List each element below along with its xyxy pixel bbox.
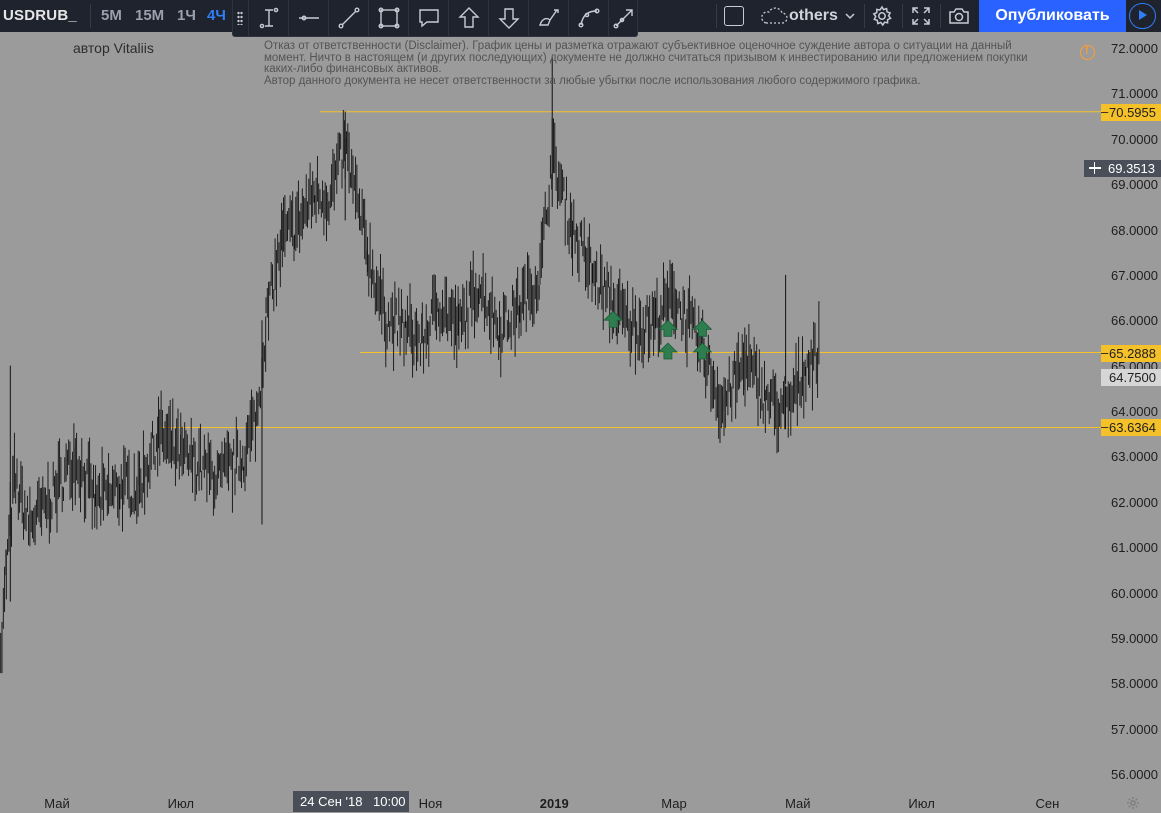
time-tick: Ноя bbox=[418, 796, 443, 811]
price-tick: 67.0000 bbox=[1111, 267, 1158, 283]
cloud-icon[interactable] bbox=[760, 7, 788, 25]
alert-icon[interactable] bbox=[1080, 45, 1095, 60]
time-tick: Мар bbox=[661, 796, 687, 811]
interval-1h[interactable]: 1Ч bbox=[177, 0, 196, 32]
time-tick: Май bbox=[44, 796, 70, 811]
crosshair-time: 10:00 bbox=[373, 794, 406, 809]
price-tick: 56.0000 bbox=[1111, 767, 1158, 782]
time-tick: 2019 bbox=[539, 796, 569, 811]
price-tick: 71.0000 bbox=[1111, 86, 1158, 102]
disclaimer-line: Автор данного документа не несет ответст… bbox=[264, 74, 921, 87]
price-chart[interactable] bbox=[0, 32, 1161, 792]
price-tick: 63.0000 bbox=[1111, 449, 1158, 465]
level-price-label: 70.5955 bbox=[1101, 103, 1161, 121]
price-tick: 70.0000 bbox=[1111, 131, 1158, 147]
disclaimer-text: Отказ от ответственности (Disclaimer). Г… bbox=[264, 40, 1084, 87]
crosshair-add-icon[interactable] bbox=[1089, 162, 1101, 175]
callout-icon[interactable] bbox=[408, 0, 448, 36]
horizontal-line-icon[interactable] bbox=[288, 0, 328, 36]
disclaimer-line: каких-либо финансовых активов. bbox=[264, 63, 442, 75]
toolbar-divider bbox=[940, 4, 941, 28]
rectangle-icon[interactable] bbox=[368, 0, 408, 36]
gear-icon[interactable] bbox=[870, 4, 894, 28]
curve-icon[interactable] bbox=[568, 0, 608, 36]
price-tick: 58.0000 bbox=[1111, 676, 1158, 692]
axis-settings-icon[interactable] bbox=[1126, 796, 1140, 810]
play-icon[interactable] bbox=[1129, 3, 1156, 29]
brush-icon[interactable] bbox=[528, 0, 568, 36]
level-price-label: 65.2888 bbox=[1101, 344, 1161, 362]
price-tick: 57.0000 bbox=[1111, 721, 1158, 737]
publish-button[interactable]: Опубликовать bbox=[979, 0, 1126, 32]
time-tick: Май bbox=[785, 796, 811, 811]
time-tick: Сен bbox=[1035, 796, 1060, 811]
last-price-label: 64.7500 bbox=[1101, 368, 1161, 386]
time-tick: Июл bbox=[167, 796, 194, 811]
toolbar-divider bbox=[90, 4, 91, 28]
time-tick: Июл bbox=[908, 796, 935, 811]
drawing-toolbar bbox=[232, 0, 638, 37]
price-bars bbox=[0, 110, 820, 674]
level-price-label: 63.6364 bbox=[1101, 418, 1161, 437]
text-cursor-icon[interactable] bbox=[248, 0, 288, 36]
crosshair-date: 24 Сен '18 bbox=[300, 794, 363, 809]
price-tick: 59.0000 bbox=[1111, 630, 1158, 646]
arrow-down-icon[interactable] bbox=[488, 0, 528, 36]
disclaimer-line: Отказ от ответственности (Disclaimer). Г… bbox=[264, 40, 1012, 52]
workspace-name[interactable]: others bbox=[789, 0, 838, 32]
chevron-down-icon[interactable] bbox=[845, 12, 855, 20]
ray-icon[interactable] bbox=[608, 0, 638, 36]
price-tick: 61.0000 bbox=[1111, 540, 1158, 556]
crosshair-time-badge: 24 Сен '18 10:00 bbox=[293, 791, 409, 812]
price-tick: 69.0000 bbox=[1111, 177, 1158, 193]
drag-handle-icon[interactable] bbox=[237, 11, 243, 25]
checkbox-icon[interactable] bbox=[724, 6, 744, 26]
price-tick: 68.0000 bbox=[1111, 222, 1158, 238]
price-tick: 72.0000 bbox=[1111, 41, 1158, 56]
price-tick: 60.0000 bbox=[1111, 585, 1158, 601]
toolbar-divider bbox=[716, 4, 717, 28]
camera-icon[interactable] bbox=[947, 4, 971, 28]
toolbar-divider bbox=[902, 4, 903, 28]
toolbar-divider bbox=[864, 4, 865, 28]
interval-15m[interactable]: 15М bbox=[135, 0, 164, 32]
chart-author: автор Vitaliis bbox=[73, 40, 154, 56]
symbol-search[interactable]: USDRUB_ bbox=[3, 0, 77, 32]
price-tick: 62.0000 bbox=[1111, 494, 1158, 510]
fullscreen-icon[interactable] bbox=[909, 4, 933, 28]
trend-line-icon[interactable] bbox=[328, 0, 368, 36]
price-tick: 64.0000 bbox=[1111, 404, 1158, 419]
arrow-up-marker[interactable] bbox=[657, 342, 678, 360]
price-tick: 66.0000 bbox=[1111, 313, 1158, 329]
interval-5m[interactable]: 5М bbox=[101, 0, 122, 32]
arrow-up-icon[interactable] bbox=[448, 0, 488, 36]
interval-4h[interactable]: 4Ч bbox=[207, 0, 226, 32]
